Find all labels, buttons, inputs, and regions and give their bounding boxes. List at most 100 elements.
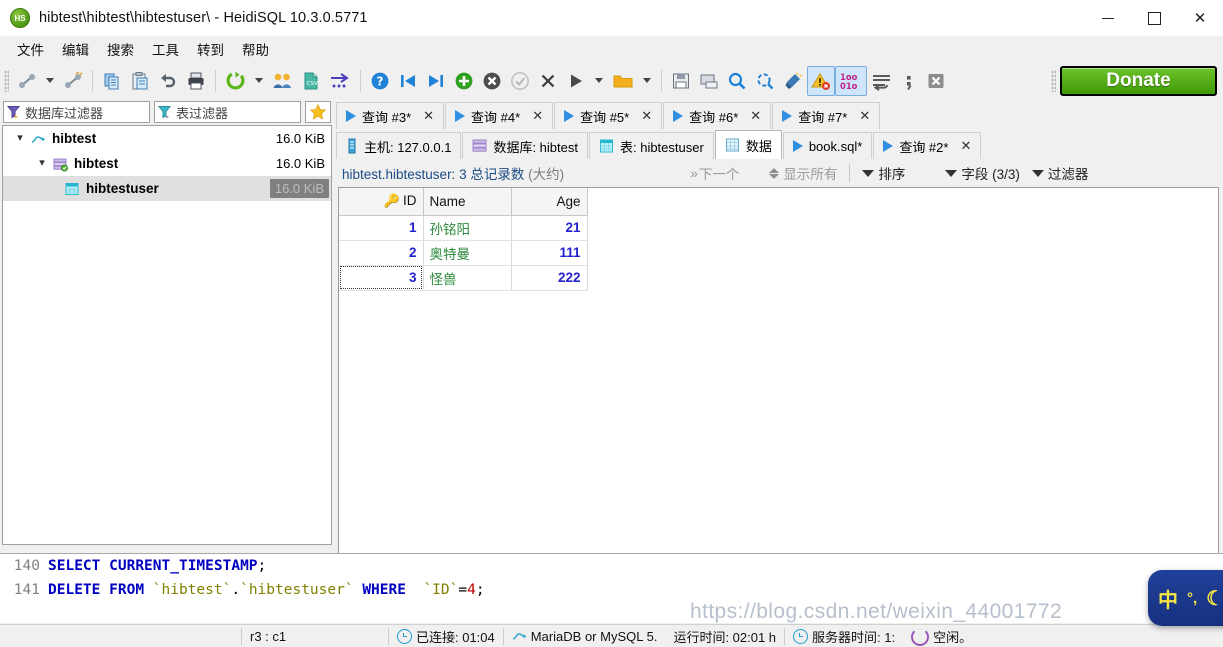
cell-age[interactable]: 111 [511, 240, 588, 266]
find-icon[interactable] [723, 66, 751, 96]
column-header-id[interactable]: 🔑 ID [339, 188, 424, 216]
expand-chevron-icon[interactable]: ▾ [11, 133, 29, 144]
delete-icon[interactable] [478, 66, 506, 96]
tree-item-database[interactable]: ▾ hibtest 16.0 KiB [3, 151, 331, 176]
semicolon-icon[interactable] [896, 66, 922, 96]
tab-query-4[interactable]: 查询 #4* ✕ [445, 102, 554, 129]
tab-query-6[interactable]: 查询 #6* ✕ [663, 102, 772, 129]
menu-tools[interactable]: 工具 [143, 36, 188, 62]
run-icon[interactable] [562, 66, 590, 96]
tab-book-sql[interactable]: book.sql* [782, 132, 873, 159]
table-row[interactable]: 3 怪兽 222 [339, 265, 588, 291]
stop-icon[interactable] [922, 66, 950, 96]
toolbar-grip[interactable] [4, 69, 9, 92]
tab-query-3[interactable]: 查询 #3* ✕ [336, 102, 445, 129]
tree-item-table[interactable]: hibtestuser 16.0 KiB [3, 176, 331, 201]
table-row[interactable]: 2 奥特曼 111 [339, 240, 588, 266]
tab-close-button[interactable]: ✕ [641, 108, 652, 124]
cell-name[interactable]: 孙铭阳 [423, 215, 512, 241]
next-page-button[interactable]: » 下一个 [684, 161, 745, 185]
tab-query-5[interactable]: 查询 #5* ✕ [554, 102, 663, 129]
open-dropdown-icon[interactable] [643, 78, 651, 83]
database-tree[interactable]: ▾ hibtest 16.0 KiB ▾ hibtest 16.0 KiB hi… [2, 125, 332, 545]
tree-item-connection[interactable]: ▾ hibtest 16.0 KiB [3, 126, 331, 151]
close-button[interactable]: ✕ [1177, 0, 1223, 36]
menu-search[interactable]: 搜索 [98, 36, 143, 62]
copy-icon[interactable] [98, 66, 126, 96]
cell-id[interactable]: 1 [339, 215, 424, 241]
first-icon[interactable] [394, 66, 422, 96]
save-as-icon[interactable] [695, 66, 723, 96]
save-icon[interactable] [667, 66, 695, 96]
sql-token: SELECT [48, 558, 101, 574]
last-icon[interactable] [422, 66, 450, 96]
database-filter-input[interactable]: 数据库过滤器 [3, 101, 150, 123]
commit-icon[interactable] [506, 66, 534, 96]
print-icon[interactable] [182, 66, 210, 96]
cell-id[interactable]: 2 [339, 240, 424, 266]
help-icon[interactable]: ? [366, 66, 394, 96]
wordwrap-icon[interactable] [867, 66, 896, 96]
tab-close-button[interactable]: ✕ [750, 108, 761, 124]
ime-moon-icon[interactable]: ☾ [1206, 586, 1223, 611]
table-row[interactable]: 1 孙铭阳 21 [339, 215, 588, 241]
data-grid[interactable]: 🔑 ID Name Age 1 孙铭阳 21 2 奥特曼 111 3 怪兽 22… [338, 187, 1219, 607]
menu-edit[interactable]: 编辑 [53, 36, 98, 62]
cell-age[interactable]: 21 [511, 215, 588, 241]
session-manager-icon[interactable] [13, 66, 41, 96]
table-filter-input[interactable]: 表过滤器 [154, 101, 301, 123]
disconnect-icon[interactable] [59, 66, 87, 96]
open-folder-icon[interactable] [608, 66, 638, 96]
cell-age[interactable]: 222 [511, 265, 588, 291]
tab-host[interactable]: 主机: 127.0.0.1 [336, 132, 462, 159]
sql-log[interactable]: 140 SELECT CURRENT_TIMESTAMP; 141 DELETE… [0, 553, 1223, 623]
column-header-name[interactable]: Name [423, 188, 512, 216]
tab-label: 数据 [745, 138, 772, 154]
tab-query-2[interactable]: 查询 #2* ✕ [873, 132, 982, 159]
expand-chevron-icon[interactable]: ▾ [33, 158, 51, 169]
ime-toolbar[interactable]: 中 °, ☾ [1148, 570, 1223, 626]
favorites-button[interactable] [305, 101, 331, 123]
tab-query-7[interactable]: 查询 #7* ✕ [772, 102, 881, 129]
show-all-button[interactable]: 显示所有 [763, 161, 843, 185]
paste-icon[interactable] [126, 66, 154, 96]
columns-button[interactable]: 字段 (3/3) [939, 161, 1026, 185]
export-csv-icon[interactable]: CSV [297, 66, 325, 96]
run-dropdown-icon[interactable] [595, 78, 603, 83]
refresh-dropdown-icon[interactable] [255, 78, 263, 83]
users-icon[interactable] [268, 66, 297, 96]
tab-data[interactable]: 数据 [714, 130, 782, 159]
cell-id[interactable]: 3 [339, 265, 424, 291]
add-icon[interactable] [450, 66, 478, 96]
clean-icon[interactable] [779, 66, 807, 96]
binary-icon[interactable]: 1oo 01o [835, 65, 867, 96]
minimize-button[interactable] [1085, 0, 1131, 36]
menu-goto[interactable]: 转到 [188, 36, 233, 62]
maximize-button[interactable] [1131, 0, 1177, 36]
undo-icon[interactable] [154, 66, 182, 96]
session-dropdown-icon[interactable] [46, 78, 54, 83]
cell-name[interactable]: 奥特曼 [423, 240, 512, 266]
menu-help[interactable]: 帮助 [233, 36, 278, 62]
tab-close-button[interactable]: ✕ [532, 108, 543, 124]
rollback-icon[interactable] [534, 66, 562, 96]
menu-file[interactable]: 文件 [8, 36, 53, 62]
cell-name[interactable]: 怪兽 [423, 265, 512, 291]
donate-grip[interactable] [1051, 69, 1056, 92]
filter-button[interactable]: 过滤器 [1026, 161, 1095, 185]
import-icon[interactable] [325, 66, 355, 96]
donate-button[interactable]: Donate [1060, 65, 1217, 96]
tab-table[interactable]: 表: hibtestuser [588, 132, 714, 159]
sort-button[interactable]: 排序 [856, 161, 911, 185]
ime-mode-label[interactable]: 中 [1158, 584, 1178, 613]
tab-close-button[interactable]: ✕ [960, 138, 971, 154]
tab-close-button[interactable]: ✕ [423, 108, 434, 124]
refresh-icon[interactable] [221, 66, 250, 96]
ime-punctuation-label[interactable]: °, [1187, 590, 1197, 607]
warning-icon[interactable] [807, 65, 835, 96]
replace-icon[interactable] [751, 66, 779, 96]
tab-close-button[interactable]: ✕ [859, 108, 870, 124]
right-area: 查询 #3* ✕ 查询 #4* ✕ 查询 #5* ✕ 查询 #6* ✕ 查询 #… [334, 99, 1223, 644]
column-header-age[interactable]: Age [511, 188, 588, 216]
tab-database[interactable]: 数据库: hibtest [462, 132, 588, 159]
